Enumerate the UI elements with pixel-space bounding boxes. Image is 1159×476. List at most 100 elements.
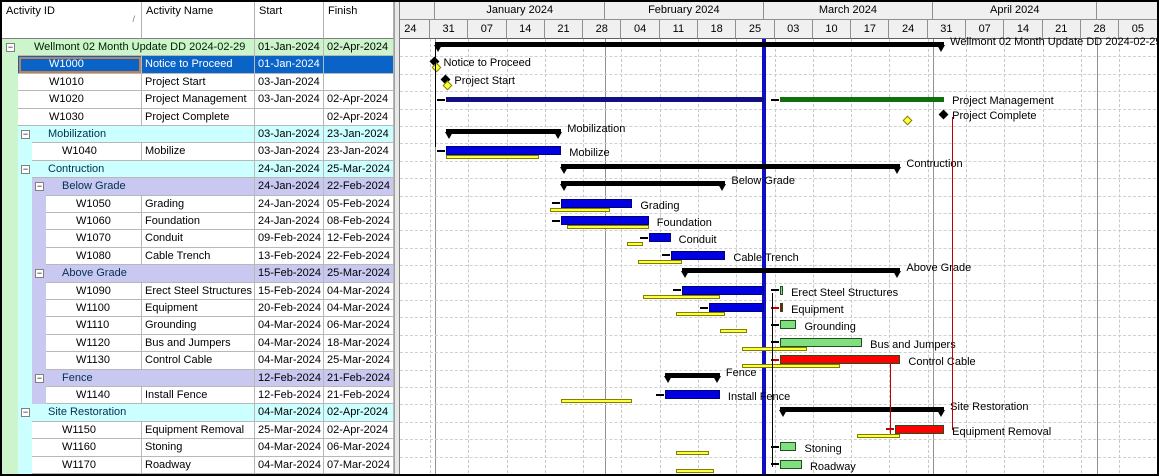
start-date-cell[interactable]: 15-Feb-2024 [255, 265, 324, 283]
finish-date-cell[interactable]: 12-Feb-2024 [324, 230, 394, 248]
collapse-toggle-icon[interactable]: − [21, 130, 30, 139]
finish-date-cell[interactable]: 02-Apr-2024 [324, 108, 394, 126]
activity-name-cell[interactable]: Roadway [142, 456, 255, 474]
activity-name-cell[interactable]: Bus and Jumpers [142, 334, 255, 353]
activity-name-cell[interactable]: Notice to Proceed [142, 56, 255, 74]
table-row[interactable]: W1060 Foundation 24-Jan-2024 08-Feb-2024 [2, 213, 394, 231]
activity-name-cell[interactable]: Equipment Removal [142, 421, 255, 440]
start-date-cell[interactable]: 09-Feb-2024 [255, 230, 324, 248]
summary-bar[interactable] [435, 42, 945, 47]
activity-id-cell[interactable]: W1070 [46, 230, 142, 248]
summary-bar[interactable] [561, 163, 901, 169]
activity-name-cell[interactable]: Foundation [142, 213, 255, 231]
finish-date-cell[interactable]: 23-Jan-2024 [324, 143, 394, 161]
finish-date-cell[interactable]: 22-Feb-2024 [324, 178, 394, 196]
wbs-row[interactable]: − Mobilization 03-Jan-2024 23-Jan-2024 [2, 126, 394, 144]
start-date-cell[interactable]: 24-Jan-2024 [255, 213, 324, 231]
remaining-bar[interactable] [780, 97, 945, 103]
wbs-row[interactable]: − Fence 12-Feb-2024 21-Feb-2024 [2, 369, 394, 387]
table-row[interactable]: W1100 Equipment 20-Feb-2024 04-Mar-2024 [2, 300, 394, 318]
activity-id-cell[interactable]: W1090 [46, 282, 142, 300]
start-date-cell[interactable]: 03-Jan-2024 [255, 143, 324, 161]
remaining-bar[interactable] [780, 442, 797, 452]
collapse-toggle-icon[interactable]: − [6, 43, 15, 52]
remaining-bar[interactable] [780, 459, 802, 469]
start-date-cell[interactable]: 04-Mar-2024 [255, 404, 324, 422]
activity-name-cell[interactable]: Conduit [142, 230, 255, 248]
column-header-finish[interactable]: Finish [324, 2, 394, 39]
table-row[interactable]: W1150 Equipment Removal 25-Mar-2024 02-Apr-… [2, 421, 394, 440]
start-date-cell[interactable]: 24-Jan-2024 [255, 178, 324, 196]
start-date-cell[interactable] [255, 108, 324, 126]
start-date-cell[interactable]: 24-Jan-2024 [255, 195, 324, 213]
activity-name-cell[interactable]: Grading [142, 195, 255, 213]
activity-name-cell[interactable]: Stoning [142, 439, 255, 457]
start-date-cell[interactable]: 12-Feb-2024 [255, 387, 324, 405]
remaining-bar[interactable] [780, 285, 784, 295]
finish-date-cell[interactable]: 25-Mar-2024 [324, 160, 394, 179]
activity-id-cell[interactable]: W1140 [46, 387, 142, 405]
activity-name-cell[interactable]: Grounding [142, 317, 255, 335]
activity-id-cell[interactable]: W1020 [18, 91, 142, 109]
actual-bar[interactable] [665, 390, 720, 399]
actual-bar[interactable] [670, 250, 726, 260]
finish-date-cell[interactable]: 21-Feb-2024 [324, 387, 394, 405]
activity-id-cell[interactable]: W1130 [46, 352, 142, 370]
activity-id-cell[interactable]: W1100 [46, 300, 142, 318]
wbs-row[interactable]: − Site Restoration 04-Mar-2024 02-Apr-2024 [2, 404, 394, 422]
activity-id-cell[interactable]: W1050 [46, 195, 142, 213]
table-row[interactable]: W1080 Cable Trench 13-Feb-2024 22-Feb-2024 [2, 247, 394, 266]
finish-date-cell[interactable]: 04-Mar-2024 [324, 300, 394, 318]
table-row[interactable]: W1010 Project Start 03-Jan-2024 [2, 73, 394, 92]
actual-bar[interactable] [561, 216, 649, 225]
table-row[interactable]: W1020 Project Management 03-Jan-2024 02-Apr… [2, 91, 394, 109]
table-row[interactable]: W1170 Roadway 04-Mar-2024 07-Mar-2024 [2, 456, 394, 474]
activity-id-cell[interactable]: W1150 [32, 421, 142, 440]
activity-id-cell[interactable]: W1010 [18, 73, 142, 92]
summary-bar[interactable] [665, 372, 720, 378]
remaining-bar[interactable] [780, 337, 863, 347]
start-date-cell[interactable]: 24-Jan-2024 [255, 160, 324, 179]
activity-id-cell[interactable]: W1000 [18, 56, 142, 74]
finish-date-cell[interactable]: 21-Feb-2024 [324, 369, 394, 387]
collapse-toggle-icon[interactable]: − [35, 269, 44, 279]
summary-bar[interactable] [446, 129, 562, 134]
actual-bar[interactable] [681, 285, 764, 295]
remaining-bar[interactable] [780, 320, 797, 330]
table-row[interactable]: W1120 Bus and Jumpers 04-Mar-2024 18-Mar-20… [2, 334, 394, 353]
start-date-cell[interactable]: 12-Feb-2024 [255, 369, 324, 387]
start-date-cell[interactable]: 04-Mar-2024 [255, 439, 324, 457]
activity-name-cell[interactable]: Erect Steel Structures [142, 282, 255, 300]
actual-bar[interactable] [648, 233, 671, 243]
finish-date-cell[interactable]: 08-Feb-2024 [324, 213, 394, 231]
activity-id-cell[interactable]: W1040 [32, 143, 142, 161]
activity-name-cell[interactable]: Project Management [142, 91, 255, 109]
finish-date-cell[interactable]: 04-Mar-2024 [324, 282, 394, 300]
column-header-start[interactable]: Start [255, 2, 324, 39]
table-row[interactable]: W1130 Control Cable 04-Mar-2024 25-Mar-2024 [2, 352, 394, 370]
finish-date-cell[interactable]: 25-Mar-2024 [324, 352, 394, 370]
activity-name-cell[interactable]: Install Fence [142, 387, 255, 405]
start-date-cell[interactable]: 03-Jan-2024 [255, 126, 324, 144]
activity-id-cell[interactable]: W1110 [46, 317, 142, 335]
table-row[interactable]: W1070 Conduit 09-Feb-2024 12-Feb-2024 [2, 230, 394, 248]
finish-date-cell[interactable]: 23-Jan-2024 [324, 126, 394, 144]
activity-id-cell[interactable]: W1080 [46, 247, 142, 266]
wbs-row[interactable]: − Contruction 24-Jan-2024 25-Mar-2024 [2, 160, 394, 179]
summary-bar[interactable] [561, 181, 726, 187]
start-date-cell[interactable]: 04-Mar-2024 [255, 317, 324, 335]
start-date-cell[interactable]: 25-Mar-2024 [255, 421, 324, 440]
summary-bar[interactable] [681, 268, 901, 274]
actual-bar[interactable] [446, 146, 562, 156]
column-header-activity-name[interactable]: Activity Name [142, 2, 255, 39]
collapse-toggle-icon[interactable]: − [35, 182, 44, 192]
wbs-row[interactable]: − Above Grade 15-Feb-2024 25-Mar-2024 [2, 265, 394, 283]
finish-date-cell[interactable]: 22-Feb-2024 [324, 247, 394, 266]
finish-date-cell[interactable] [324, 56, 394, 74]
finish-date-cell[interactable]: 25-Mar-2024 [324, 265, 394, 283]
table-row[interactable]: W1000 Notice to Proceed 01-Jan-2024 [2, 56, 394, 74]
actual-bar[interactable] [446, 97, 764, 103]
start-date-cell[interactable]: 03-Jan-2024 [255, 73, 324, 92]
activity-id-cell[interactable]: W1160 [32, 439, 142, 457]
finish-date-cell[interactable]: 02-Apr-2024 [324, 39, 394, 57]
